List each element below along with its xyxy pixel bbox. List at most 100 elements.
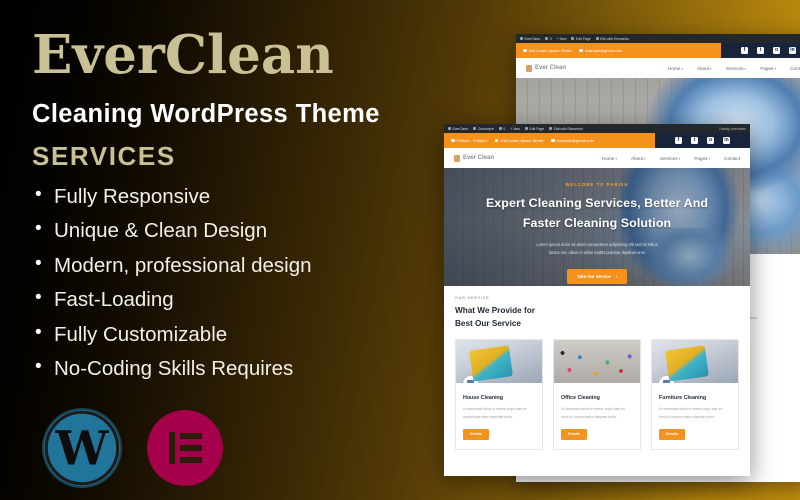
office-icon <box>561 376 576 384</box>
service-thumbnail <box>456 340 542 384</box>
nav-item-services[interactable]: Services <box>726 66 746 71</box>
details-button[interactable]: Details <box>561 428 587 440</box>
nav-item-contact[interactable]: Contact <box>790 66 800 71</box>
nav-item-pages[interactable]: Pages <box>760 66 776 71</box>
service-card-title: House Cleaning <box>463 395 504 402</box>
service-card[interactable]: House Cleaning Ut venenatis tellus in me… <box>455 339 543 451</box>
social-links-front: f t o in <box>655 133 750 148</box>
facebook-icon[interactable]: f <box>741 47 748 54</box>
service-card-grid: House Cleaning Ut venenatis tellus in me… <box>455 339 739 451</box>
brush-icon <box>473 127 477 130</box>
envelope-icon <box>551 138 555 143</box>
svg-text:W: W <box>55 422 110 477</box>
services-kicker: OUR SERVICE <box>455 296 490 300</box>
hero-cta-button[interactable]: Take Our Service › <box>566 268 628 284</box>
map-pin-icon <box>494 138 499 143</box>
linkedin-icon[interactable]: in <box>723 137 730 144</box>
linkedin-icon[interactable]: in <box>789 47 796 54</box>
main-nav-back: Home About Services Pages Contact <box>668 66 800 71</box>
spray-bottle-icon <box>526 64 532 72</box>
admin-bar-edit-elementor[interactable]: Edit with Elementor <box>595 37 629 41</box>
vacuum-photo <box>576 344 616 357</box>
service-card[interactable]: Furniture Cleaning Ut venenatis tellus i… <box>651 339 739 451</box>
admin-bar-new[interactable]: + New <box>557 37 567 41</box>
email-item[interactable]: example@gmail.com <box>579 48 622 53</box>
comment-icon <box>498 127 502 130</box>
instagram-icon[interactable]: o <box>707 137 714 144</box>
admin-bar-site[interactable]: EverClean <box>448 127 468 131</box>
admin-bar-edit-elementor[interactable]: Edit with Elementor <box>549 127 583 131</box>
list-item: Fully Customizable <box>32 323 470 346</box>
details-button[interactable]: Details <box>659 428 685 440</box>
comment-icon <box>545 37 549 40</box>
technology-logos: W <box>44 410 223 486</box>
admin-bar-customize[interactable]: Customize <box>473 127 494 131</box>
list-item: Fast-Loading <box>32 288 470 311</box>
nav-item-pages[interactable]: Pages <box>694 156 710 161</box>
top-info-bar-front: 9:00am - 6:00pm 2nd Lorem Ipsum Street e… <box>444 133 750 148</box>
furniture-icon <box>659 376 674 384</box>
wp-admin-bar-back: EverClean 0 + New Edit Page Edit with El… <box>516 34 800 43</box>
list-item: Unique & Clean Design <box>32 219 470 242</box>
address-item: 2nd Lorem Ipsum Street <box>494 138 543 143</box>
services-title: What We Provide for Best Our Service <box>455 306 535 329</box>
left-content-panel: EverClean Cleaning WordPress Theme SERVI… <box>0 0 470 500</box>
twitter-icon[interactable]: t <box>757 47 764 54</box>
instagram-icon[interactable]: o <box>773 47 780 54</box>
envelope-icon <box>579 48 583 53</box>
nav-item-services[interactable]: Services <box>660 156 680 161</box>
service-card-title: Office Cleaning <box>561 395 600 402</box>
nav-item-home[interactable]: Home <box>602 156 617 161</box>
product-subtitle: Cleaning WordPress Theme <box>32 99 380 128</box>
service-thumbnail <box>652 340 738 384</box>
service-card[interactable]: Office Cleaning Ut venenatis tellus in m… <box>553 339 641 451</box>
admin-bar-edit-page[interactable]: Edit Page <box>571 37 591 41</box>
arrow-right-icon: › <box>615 273 618 279</box>
admin-bar-new[interactable]: + New <box>510 127 520 131</box>
nav-item-contact[interactable]: Contact <box>724 156 740 161</box>
nav-item-about[interactable]: About <box>697 66 712 71</box>
site-logo-back[interactable]: Ever Clean <box>526 64 566 72</box>
admin-bar-edit-page[interactable]: Edit Page <box>524 127 544 131</box>
product-brand-title: EverClean <box>32 24 334 86</box>
site-header-back: Ever Clean Home About Services Pages Con… <box>516 58 800 78</box>
admin-bar-site[interactable]: EverClean <box>520 37 540 41</box>
service-card-text: Ut venenatis tellus in metus vulpu tate … <box>463 407 527 419</box>
service-thumbnail <box>554 340 640 384</box>
hero-paragraph: Lorem ipsum dolor sit amet consectetur a… <box>536 242 658 256</box>
nav-item-about[interactable]: About <box>631 156 646 161</box>
list-item: Modern, professional design <box>32 254 470 277</box>
wordpress-icon <box>520 37 523 40</box>
list-item: Fully Responsive <box>32 185 470 208</box>
wordpress-logo-icon: W <box>44 410 120 486</box>
house-icon <box>463 376 478 384</box>
map-pin-icon <box>523 48 527 53</box>
hero-eyebrow: WELCOME TO PARISH <box>565 182 629 187</box>
services-section-front: OUR SERVICE What We Provide for Best Our… <box>444 286 750 451</box>
service-card-text: Ut venenatis tellus in metus vulpu tate … <box>561 407 625 419</box>
elementor-logo-icon <box>147 410 223 486</box>
nav-item-home[interactable]: Home <box>668 66 683 71</box>
elementor-icon <box>549 127 553 130</box>
elementor-icon <box>595 37 599 40</box>
service-card-text: Ut venenatis tellus in metus vulpu tate … <box>659 407 723 419</box>
main-nav-front: Home About Services Pages Contact <box>602 156 740 161</box>
social-links-back: f t o in <box>721 43 800 58</box>
facebook-icon[interactable]: f <box>675 137 682 144</box>
admin-bar-comments[interactable]: 0 <box>498 127 505 131</box>
admin-bar-comments[interactable]: 0 <box>545 37 552 41</box>
twitter-icon[interactable]: t <box>691 137 698 144</box>
website-mockup-front: EverClean Customize 0 + New Edit Page Ed… <box>444 124 750 476</box>
admin-bar-howdy[interactable]: Howdy, everclean <box>719 127 746 131</box>
pencil-icon <box>571 37 575 40</box>
promo-banner: EverClean Cleaning WordPress Theme SERVI… <box>0 0 800 500</box>
email-item[interactable]: example@gmail.com <box>551 138 594 143</box>
service-card-title: Furniture Cleaning <box>659 395 707 402</box>
wordpress-icon <box>448 127 451 130</box>
spray-bottle-icon <box>454 154 460 162</box>
details-button[interactable]: Details <box>463 428 489 440</box>
hero-section-front: WELCOME TO PARISH Expert Cleaning Servic… <box>444 168 750 286</box>
site-header-front: Ever Clean Home About Services Pages Con… <box>444 148 750 168</box>
list-item: No-Coding Skills Requires <box>32 357 470 380</box>
site-logo-front[interactable]: Ever Clean <box>454 154 494 162</box>
